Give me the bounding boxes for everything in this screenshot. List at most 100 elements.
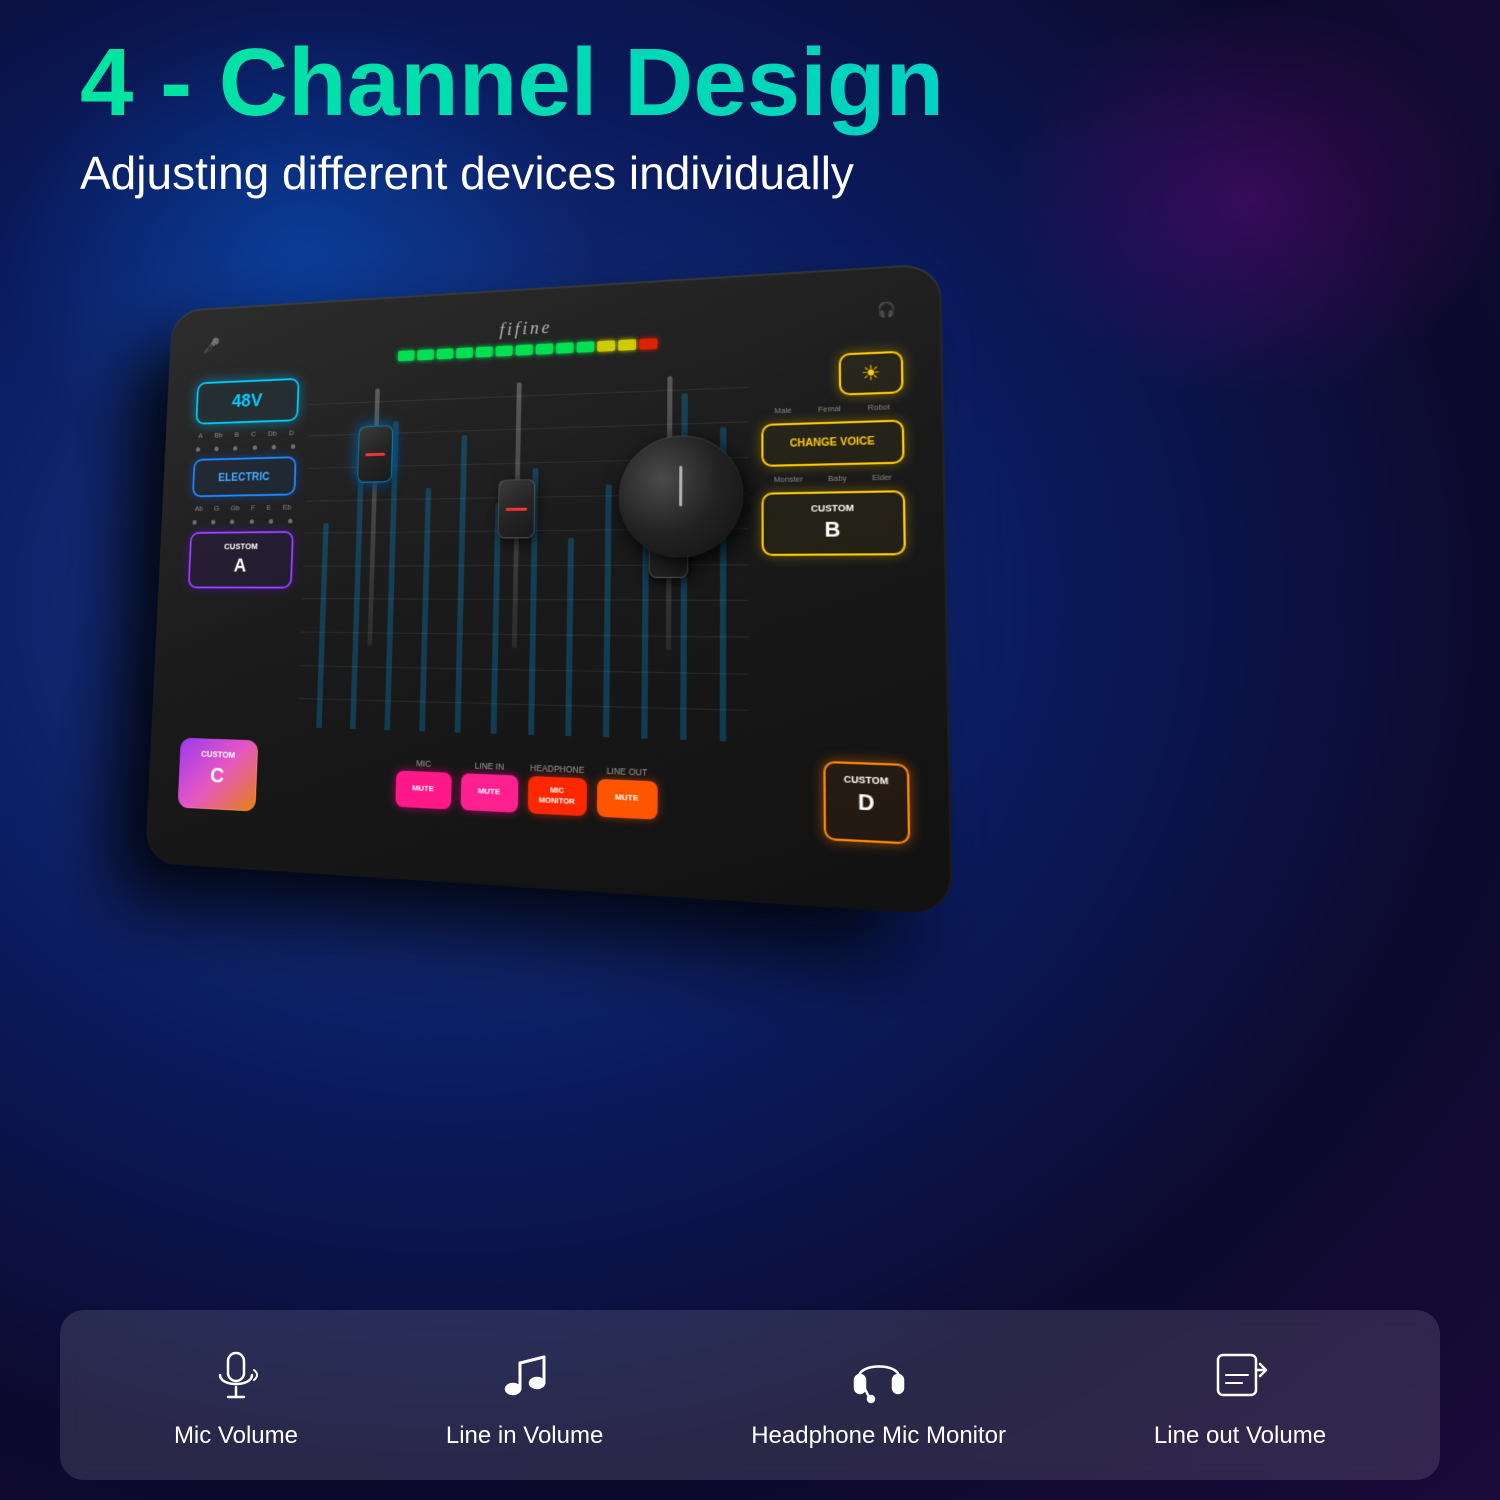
device-container: 🎤 fifine 🎧 bbox=[40, 220, 940, 960]
fader-handle-linein[interactable] bbox=[497, 479, 535, 539]
line-out-channel-label: LINE OUT bbox=[607, 765, 648, 777]
change-voice-line1: CHANGE bbox=[790, 437, 837, 450]
custom-d-letter: D bbox=[835, 786, 899, 820]
note-F: F bbox=[251, 503, 256, 511]
headphone-svg bbox=[849, 1345, 909, 1405]
vu-seg-3 bbox=[436, 348, 453, 359]
vu-seg-13 bbox=[639, 338, 657, 350]
feature-headphone-mic-monitor: Headphone Mic Monitor bbox=[751, 1340, 1006, 1450]
custom-a-button[interactable]: CUSTOM A bbox=[188, 531, 294, 588]
note-Db: Db bbox=[268, 429, 277, 438]
fader-track-linein bbox=[511, 382, 521, 648]
feature-line-out-volume: Line out Volume bbox=[1154, 1340, 1326, 1450]
header: 4 - Channel Design Adjusting different d… bbox=[80, 30, 1420, 200]
note-dots-top bbox=[194, 444, 297, 452]
note-C: C bbox=[251, 430, 256, 438]
voice-mode-female: Femal bbox=[818, 404, 841, 414]
vu-seg-1 bbox=[398, 350, 415, 361]
note-Eb: Eb bbox=[282, 503, 291, 512]
fader-unit-mic[interactable] bbox=[367, 388, 380, 646]
dot-4 bbox=[252, 445, 256, 450]
vu-seg-4 bbox=[456, 347, 473, 358]
phantom-power-button[interactable]: 48V bbox=[195, 378, 299, 425]
mic-volume-label: Mic Volume bbox=[174, 1422, 298, 1450]
volume-knob-area bbox=[618, 434, 743, 558]
main-controls: 48V A Bb B C Db D bbox=[168, 345, 926, 754]
vu-seg-7 bbox=[515, 344, 532, 355]
channel-headphone: HEADPHONE MICMONITOR bbox=[527, 762, 586, 816]
inner-panel: 🎤 fifine 🎧 bbox=[163, 285, 929, 891]
voice-mode-monster: Monster bbox=[774, 474, 803, 484]
mic-mute-button[interactable]: MUTE bbox=[395, 770, 451, 809]
music-note-svg bbox=[495, 1345, 555, 1405]
headphone-icon-small: 🎧 bbox=[877, 300, 897, 318]
line-in-volume-label: Line in Volume bbox=[446, 1422, 603, 1450]
feature-bar: Mic Volume Line in Volume bbox=[60, 1310, 1440, 1480]
vu-seg-2 bbox=[417, 349, 434, 360]
notes-top-row: A Bb B C Db D bbox=[195, 428, 298, 440]
mic-svg bbox=[206, 1345, 266, 1405]
voice-mode-bottom-row: Monster Baby Elder bbox=[761, 472, 904, 484]
fader-handle-mic[interactable] bbox=[357, 425, 393, 483]
note-E: E bbox=[266, 503, 271, 511]
device-body: 🎤 fifine 🎧 bbox=[145, 263, 953, 915]
volume-knob[interactable] bbox=[618, 434, 743, 558]
dot-1 bbox=[196, 447, 200, 452]
note-Gb: Gb bbox=[230, 504, 240, 512]
channels-row: MIC MUTE LINE IN MUTE HEADPHONE MICMONIT… bbox=[262, 752, 815, 827]
voice-mode-male: Male bbox=[774, 406, 792, 416]
right-column: ☀ Male Femal Robot CHANGE VOICE Mon bbox=[761, 345, 909, 752]
custom-b-button[interactable]: CUSTOM B bbox=[761, 490, 906, 555]
headphone-monitor-icon bbox=[844, 1340, 914, 1410]
brightness-button[interactable]: ☀ bbox=[839, 351, 904, 396]
line-out-svg bbox=[1210, 1345, 1270, 1405]
voice-mode-robot: Robot bbox=[868, 402, 890, 412]
dot-2 bbox=[214, 447, 218, 452]
fader-indicator-linein bbox=[506, 507, 527, 510]
fader-track-mic bbox=[367, 388, 380, 646]
dot-6 bbox=[291, 444, 296, 449]
fader-unit-linein[interactable] bbox=[511, 382, 521, 648]
voice-mode-elder: Elder bbox=[872, 472, 892, 482]
channel-line-out: LINE OUT MUTE bbox=[596, 765, 657, 819]
vu-seg-11 bbox=[597, 340, 615, 352]
headphone-mic-monitor-button[interactable]: MICMONITOR bbox=[527, 775, 586, 815]
dot-7 bbox=[192, 520, 196, 525]
main-title: 4 - Channel Design bbox=[80, 30, 1420, 136]
custom-b-label: CUSTOM bbox=[811, 503, 854, 514]
line-in-mute-button[interactable]: MUTE bbox=[460, 773, 518, 813]
electric-button[interactable]: ELECTRIC bbox=[192, 456, 297, 497]
line-out-mute-button[interactable]: MUTE bbox=[596, 778, 657, 819]
dot-5 bbox=[271, 445, 276, 450]
vu-seg-6 bbox=[495, 345, 512, 356]
vu-seg-5 bbox=[476, 346, 493, 357]
center-fader-column bbox=[297, 353, 749, 748]
line-out-volume-label: Line out Volume bbox=[1154, 1422, 1326, 1450]
knob-indicator bbox=[679, 466, 682, 507]
note-G: G bbox=[214, 504, 220, 512]
note-D: D bbox=[289, 429, 294, 437]
custom-c-label: CUSTOM bbox=[201, 749, 235, 760]
dot-10 bbox=[249, 519, 254, 524]
custom-c-button[interactable]: CUSTOM C bbox=[178, 738, 258, 811]
change-voice-button[interactable]: CHANGE VOICE bbox=[761, 419, 904, 466]
line-out-icon bbox=[1205, 1340, 1275, 1410]
custom-d-button[interactable]: CUSTOM D bbox=[823, 761, 910, 845]
channel-mic: MIC MUTE bbox=[395, 757, 452, 809]
dot-3 bbox=[233, 446, 237, 451]
note-A: A bbox=[198, 432, 203, 440]
custom-a-letter: A bbox=[197, 552, 285, 578]
subtitle: Adjusting different devices individually bbox=[80, 146, 1420, 200]
dot-9 bbox=[230, 520, 234, 525]
device-main: 🎤 fifine 🎧 bbox=[40, 220, 940, 960]
left-column: 48V A Bb B C Db D bbox=[181, 373, 300, 731]
line-in-icon bbox=[490, 1340, 560, 1410]
vu-seg-12 bbox=[618, 339, 636, 351]
line-in-channel-label: LINE IN bbox=[475, 760, 504, 771]
vu-seg-10 bbox=[577, 341, 595, 353]
custom-d-label: CUSTOM bbox=[844, 774, 889, 787]
custom-c-letter: C bbox=[187, 760, 248, 792]
custom-a-label: CUSTOM bbox=[224, 542, 258, 552]
voice-mode-top-row: Male Femal Robot bbox=[761, 402, 904, 416]
notes-bottom-row: Ab G Gb F E Eb bbox=[191, 503, 295, 513]
